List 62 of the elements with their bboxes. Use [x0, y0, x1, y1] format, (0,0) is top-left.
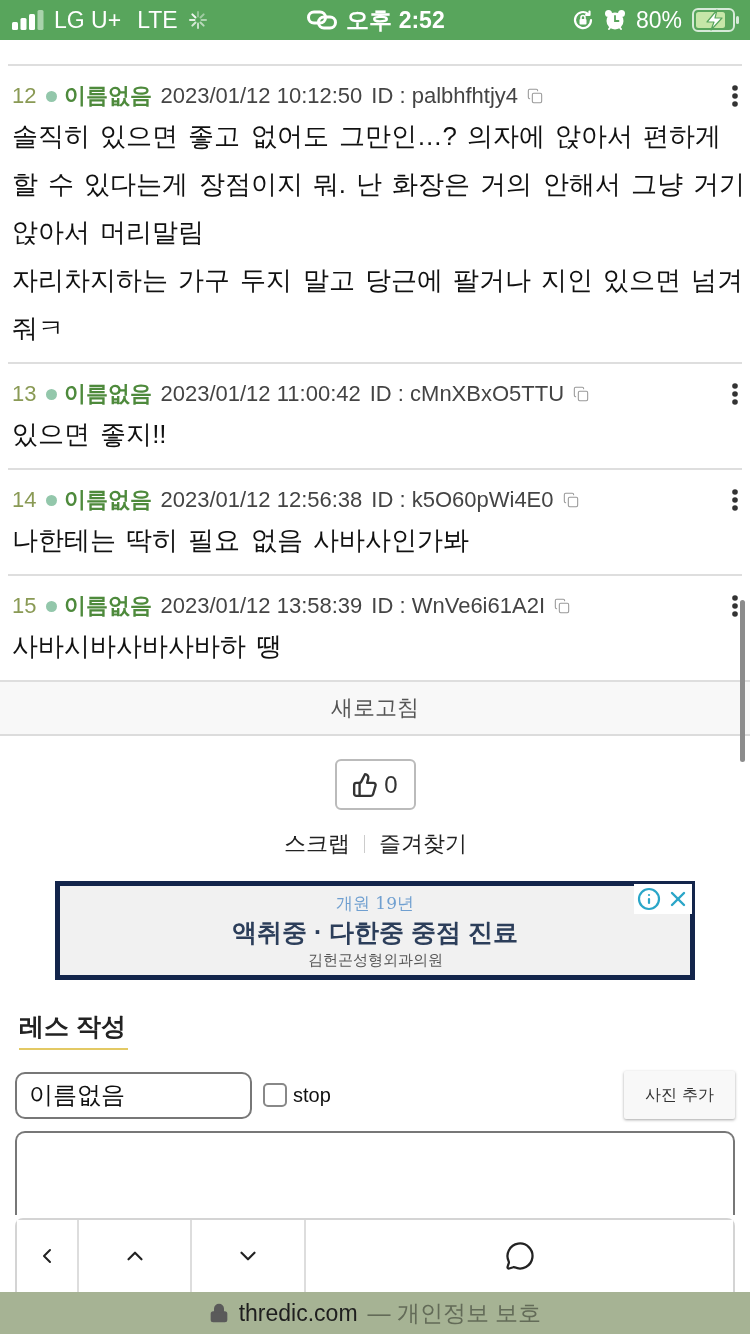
- author-id: ID : WnVe6i61A2I: [371, 593, 545, 619]
- author-id: ID : cMnXBxO5TTU: [369, 381, 565, 407]
- network-type: LTE: [137, 8, 178, 32]
- post-number: 15: [12, 593, 37, 619]
- stop-checkbox[interactable]: [263, 1083, 287, 1107]
- checkbox-label: stop: [293, 1083, 331, 1107]
- link-icon: [307, 10, 338, 30]
- clock-time: 오후 2:52: [346, 8, 445, 32]
- post-date: 2023/01/12 10:12:50: [160, 83, 363, 109]
- ad-advertiser: 김헌곤성형외과의원: [307, 949, 443, 970]
- status-dot-icon: [46, 388, 58, 400]
- rotation-lock-icon: [571, 9, 594, 31]
- copy-icon[interactable]: [554, 598, 570, 614]
- copy-icon[interactable]: [573, 386, 590, 402]
- more-options-icon[interactable]: [732, 85, 738, 107]
- carrier-name: LG U+: [54, 8, 122, 32]
- lock-icon: [208, 1303, 229, 1323]
- status-dot-icon: [46, 494, 58, 506]
- more-options-icon[interactable]: [732, 383, 738, 405]
- post-text: 나한테는 딱히 필요 없음 사바사인가봐: [12, 525, 470, 556]
- post-date: 2023/01/12 12:56:38: [160, 487, 363, 513]
- status-dot-icon: [46, 90, 58, 102]
- copy-icon[interactable]: [527, 88, 544, 104]
- author-id: ID : palbhfhtjy4: [371, 83, 519, 109]
- domain-text: thredic.com: [238, 1299, 358, 1327]
- text-link[interactable]: 즐겨찾기: [378, 829, 467, 859]
- loading-spinner-icon: [187, 10, 208, 30]
- like-button[interactable]: 0: [334, 759, 416, 810]
- author-name: 이름없음: [64, 380, 153, 408]
- ad-headline: 액취중 · 다한중 중점 진료: [231, 916, 519, 948]
- thumbs-up-icon: [352, 771, 379, 798]
- speech-bubble-icon: [504, 1241, 535, 1271]
- ad-banner[interactable]: 개원 19년 액취중 · 다한중 중점 진료 김헌곤성형외과의원: [55, 881, 695, 980]
- author-id: ID : k5O60pWi4E0: [371, 487, 554, 513]
- post-text: 솔직히 있으면 좋고 없어도 그만인…? 의자에 앉아서 편하게 할 수 있다는게 장점이지 뭐. 난 화장은 거의 안해서 그냥 거기 앉아서 머리말림 자리차지하는 가구 두지 말고 당근에 팔거나 지인 있으면 넘겨줘ㅋ: [12, 121, 746, 344]
- copy-icon[interactable]: [562, 492, 579, 508]
- status-dot-icon: [46, 600, 58, 612]
- author-name: 이름없음: [64, 82, 153, 110]
- post-text: 사바시바사바사바하 땡: [12, 631, 284, 662]
- alarm-clock-icon: [603, 9, 626, 31]
- text-link[interactable]: 스크랩: [283, 829, 350, 859]
- post-date: 2023/01/12 11:00:42: [160, 381, 361, 407]
- battery-charging-icon: [692, 8, 740, 32]
- battery-percentage: 80%: [635, 8, 682, 32]
- post-number: 12: [12, 83, 37, 109]
- add-photo-button[interactable]: 사진 추가: [624, 1071, 735, 1119]
- ad-tagline: 개원 19년: [335, 891, 414, 915]
- refresh-button[interactable]: 새로고침: [0, 680, 750, 736]
- author-name: 이름없음: [64, 486, 153, 514]
- section-title: 레스 작성: [19, 1010, 128, 1050]
- info-icon[interactable]: [636, 887, 661, 911]
- post-number: 13: [12, 381, 37, 407]
- message-field[interactable]: [15, 1131, 735, 1215]
- post-date: 2023/01/12 13:58:39: [160, 593, 363, 619]
- more-options-icon[interactable]: [732, 489, 738, 511]
- post-text: 있으면 좋지!!: [12, 419, 168, 450]
- privacy-note: — 개인정보 보호: [367, 1298, 542, 1328]
- post-number: 14: [12, 487, 37, 513]
- signal-bars-icon: [12, 10, 44, 30]
- author-name: 이름없음: [64, 592, 153, 620]
- more-options-icon[interactable]: [732, 595, 738, 617]
- name-field[interactable]: 이름없음: [15, 1071, 252, 1119]
